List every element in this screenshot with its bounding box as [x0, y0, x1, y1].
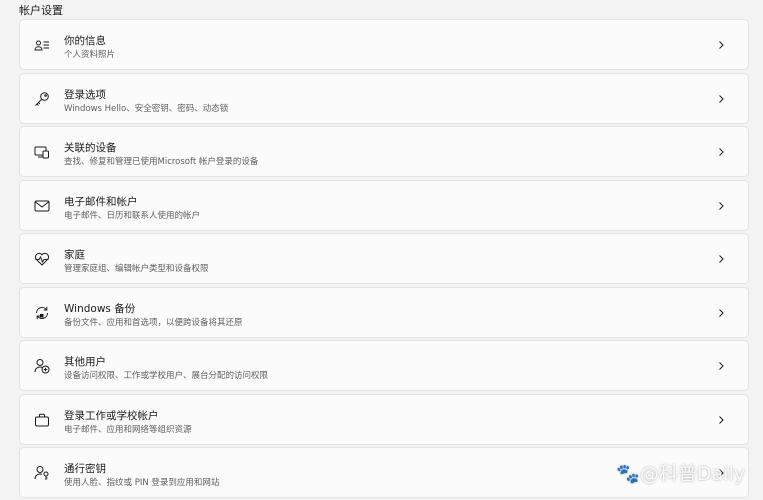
- settings-item-description: 电子邮件、应用和网络等组织资源: [64, 425, 192, 435]
- settings-item-description: 查找、修复和管理已使用Microsoft 帐户登录的设备: [64, 157, 259, 167]
- add-user-icon: [34, 358, 50, 374]
- settings-item-other-users[interactable]: 其他用户 设备访问权限、工作或学校用户、展台分配的访问权限: [19, 340, 749, 391]
- settings-item-title: 电子邮件和帐户: [64, 196, 138, 208]
- settings-item-description: 备份文件、应用和首选项，以便跨设备将其还原: [64, 318, 243, 328]
- settings-item-description: 个人资料照片: [64, 50, 116, 60]
- settings-item-title: 关联的设备: [64, 142, 117, 154]
- settings-item-description: 电子邮件、日历和联系人使用的帐户: [64, 211, 201, 221]
- settings-item-description: Windows Hello、安全密钥、密码、动态锁: [64, 104, 229, 114]
- settings-item-description: 管理家庭组、编辑帐户类型和设备权限: [64, 264, 209, 274]
- chevron-right-icon: [716, 94, 726, 104]
- windows-backup-icon: [34, 305, 50, 321]
- linked-devices-icon: [34, 144, 50, 160]
- chevron-right-icon: [716, 147, 726, 157]
- settings-item-sign-in-options[interactable]: 登录选项 Windows Hello、安全密钥、密码、动态锁: [19, 73, 749, 124]
- watermark: 🐾@科普Daily: [616, 463, 745, 485]
- chevron-right-icon: [716, 40, 726, 50]
- chevron-right-icon: [716, 254, 726, 264]
- settings-item-windows-backup[interactable]: Windows 备份 备份文件、应用和首选项，以便跨设备将其还原: [19, 287, 749, 338]
- settings-item-family[interactable]: 家庭 管理家庭组、编辑帐户类型和设备权限: [19, 233, 749, 284]
- family-heart-icon: [34, 251, 50, 267]
- key-icon: [34, 91, 50, 107]
- chevron-right-icon: [716, 201, 726, 211]
- settings-item-description: 使用人脸、指纹或 PIN 登录到应用和网站: [64, 478, 220, 488]
- settings-item-email-accounts[interactable]: 电子邮件和帐户 电子邮件、日历和联系人使用的帐户: [19, 180, 749, 231]
- person-info-icon: [34, 37, 50, 53]
- section-title: 帐户设置: [19, 4, 63, 17]
- settings-item-work-school-account[interactable]: 登录工作或学校帐户 电子邮件、应用和网络等组织资源: [19, 394, 749, 445]
- settings-item-title: 其他用户: [64, 356, 106, 368]
- settings-item-your-info[interactable]: 你的信息 个人资料照片: [19, 19, 749, 70]
- settings-item-title: 登录工作或学校帐户: [64, 410, 159, 422]
- chevron-right-icon: [716, 361, 726, 371]
- chevron-right-icon: [716, 415, 726, 425]
- settings-item-title: 你的信息: [64, 35, 106, 47]
- passkey-icon: [34, 465, 50, 481]
- settings-item-description: 设备访问权限、工作或学校用户、展台分配的访问权限: [64, 371, 269, 381]
- settings-item-title: 家庭: [64, 249, 85, 261]
- mail-icon: [34, 198, 50, 214]
- chevron-right-icon: [716, 308, 726, 318]
- briefcase-icon: [34, 412, 50, 428]
- settings-item-title: 登录选项: [64, 89, 106, 101]
- settings-item-title: Windows 备份: [64, 303, 136, 315]
- settings-item-linked-devices[interactable]: 关联的设备 查找、修复和管理已使用Microsoft 帐户登录的设备: [19, 126, 749, 177]
- settings-item-title: 通行密钥: [64, 463, 106, 475]
